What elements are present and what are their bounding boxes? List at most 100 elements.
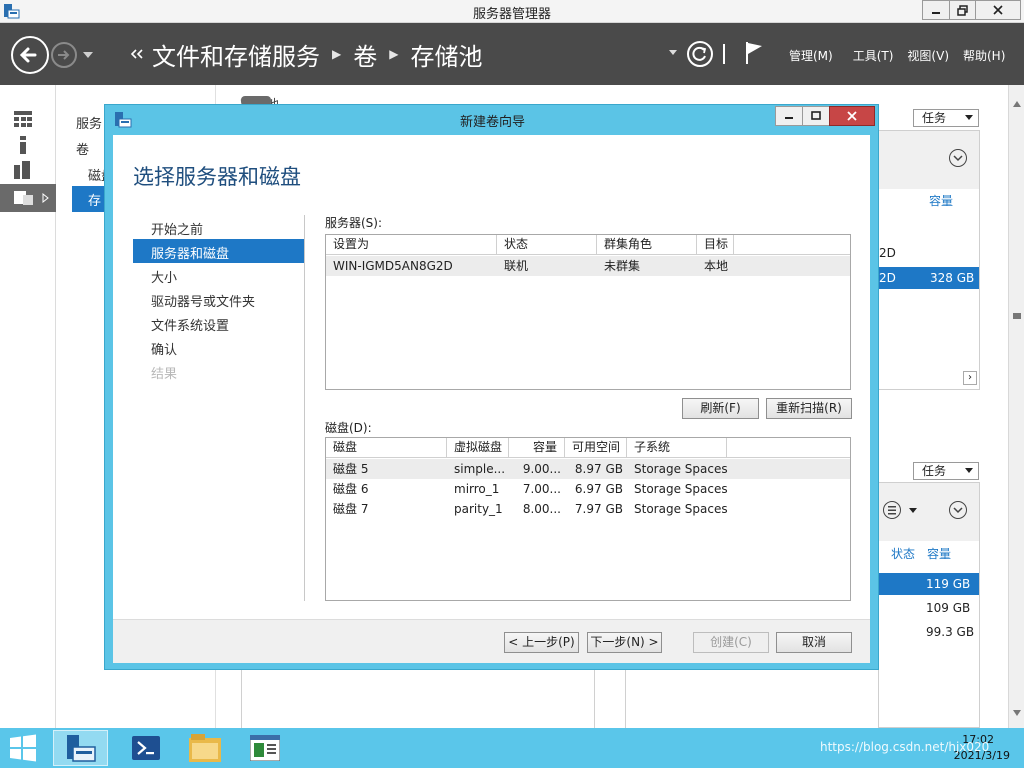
dashboard-icon[interactable] xyxy=(14,111,34,129)
start-button[interactable] xyxy=(8,734,38,762)
bg-selected-row[interactable]: 119 GB xyxy=(879,573,979,595)
breadcrumb-dropdown[interactable] xyxy=(668,49,678,57)
wizard-step[interactable]: 驱动器号或文件夹 xyxy=(151,291,255,310)
tasks-dropdown-top[interactable]: 任务 xyxy=(913,109,979,127)
taskbar-file-explorer[interactable] xyxy=(178,730,233,766)
disk-virtual-cell: parity_1 xyxy=(454,502,503,516)
wizard-step-disabled: 结果 xyxy=(151,367,178,382)
subnav-volumes[interactable]: 卷 xyxy=(76,139,89,158)
table-row[interactable]: WIN-IGMD5AN8G2D 联机 未群集 本地 xyxy=(326,256,850,276)
chevron-down-icon xyxy=(909,508,917,513)
file-storage-rail-item[interactable] xyxy=(0,184,56,212)
notifications-flag[interactable] xyxy=(744,40,764,66)
dialog-minimize-button[interactable] xyxy=(775,106,803,126)
taskbar-server-manager[interactable] xyxy=(53,730,108,766)
cancel-button[interactable]: 取消 xyxy=(776,632,852,653)
local-server-icon[interactable] xyxy=(14,136,34,154)
menu-view[interactable]: 视图(V) xyxy=(907,47,949,64)
taskbar-powershell[interactable] xyxy=(118,730,173,766)
tasks-label: 任务 xyxy=(922,111,947,125)
bg-bottom-panel xyxy=(241,670,626,728)
breadcrumb-item[interactable]: 存储池 xyxy=(410,37,482,72)
window-app-icon xyxy=(250,735,280,761)
server-cluster-cell: 未群集 xyxy=(604,259,641,273)
dialog-close-button[interactable] xyxy=(829,106,875,126)
capacity-column-header[interactable]: 容量 xyxy=(927,545,951,562)
scroll-down-icon[interactable] xyxy=(1013,710,1021,716)
status-column-header[interactable]: 状态 xyxy=(891,545,915,562)
restore-button[interactable] xyxy=(949,0,976,20)
close-icon xyxy=(847,111,857,121)
table-row[interactable]: 磁盘 5 simple... 9.00... 8.97 GB Storage S… xyxy=(326,459,850,479)
next-button[interactable]: 下一步(N) > xyxy=(587,632,662,653)
column-header-cluster-role[interactable]: 群集角色 xyxy=(597,235,697,255)
bg-right-top-panel: 容量 2D 2D 328 GB › xyxy=(878,130,980,390)
expand-button[interactable] xyxy=(949,501,967,519)
steps-divider xyxy=(304,215,305,601)
dialog-body: 选择服务器和磁盘 开始之前 服务器和磁盘 大小 驱动器号或文件夹 文件系统设置 … xyxy=(113,135,870,663)
breadcrumb-item[interactable]: 文件和存储服务 xyxy=(152,37,320,72)
wizard-step[interactable]: 开始之前 xyxy=(151,219,203,238)
forward-button[interactable] xyxy=(51,42,77,68)
wizard-step[interactable]: 文件系统设置 xyxy=(151,315,229,334)
disk-capacity-cell: 7.00... xyxy=(522,482,561,496)
menu-tools[interactable]: 工具(T) xyxy=(853,47,894,64)
dialog-maximize-button[interactable] xyxy=(802,106,830,126)
wizard-step[interactable]: 大小 xyxy=(151,267,177,286)
nav-divider xyxy=(723,44,725,64)
disk-name-cell: 磁盘 7 xyxy=(333,502,369,516)
history-dropdown[interactable] xyxy=(82,50,94,60)
wizard-step-current[interactable]: 服务器和磁盘 xyxy=(151,243,229,262)
view-options-button[interactable] xyxy=(883,501,901,519)
menu-manage[interactable]: 管理(M) xyxy=(789,47,833,64)
back-button[interactable] xyxy=(11,36,49,74)
refresh-button[interactable]: 刷新(F) xyxy=(682,398,759,419)
column-header-status[interactable]: 状态 xyxy=(497,235,597,255)
subnav-servers[interactable]: 服务 xyxy=(76,113,102,132)
file-storage-icon xyxy=(14,191,33,205)
disk-subsystem-cell: Storage Spaces xyxy=(634,482,728,496)
flag-icon xyxy=(746,42,762,64)
column-header-free-space[interactable]: 可用空间 xyxy=(565,438,627,458)
column-header-set-as[interactable]: 设置为 xyxy=(326,235,497,255)
scroll-up-icon[interactable] xyxy=(1013,101,1021,107)
scroll-right-button[interactable]: › xyxy=(963,371,977,385)
refresh-nav-button[interactable] xyxy=(687,41,713,67)
column-header-virtual-disk[interactable]: 虚拟磁盘 xyxy=(447,438,509,458)
close-button[interactable] xyxy=(975,0,1021,20)
all-servers-icon[interactable] xyxy=(14,161,34,179)
bg-row-capacity: 99.3 GB xyxy=(926,625,975,639)
windows-logo-icon xyxy=(10,734,36,762)
menu-bar: 管理(M) 工具(T) 视图(V) 帮助(H) xyxy=(789,47,1005,64)
bg-row-capacity: 109 GB xyxy=(926,601,971,615)
wizard-step[interactable]: 确认 xyxy=(151,339,177,358)
column-header-subsystem[interactable]: 子系统 xyxy=(627,438,727,458)
table-row[interactable]: 磁盘 6 mirro_1 7.00... 6.97 GB Storage Spa… xyxy=(326,479,850,499)
menu-help[interactable]: 帮助(H) xyxy=(963,47,1005,64)
vertical-scrollbar[interactable] xyxy=(1008,85,1024,728)
disks-label: 磁盘(D): xyxy=(325,421,372,435)
scroll-thumb[interactable] xyxy=(1013,313,1021,319)
disk-subsystem-cell: Storage Spaces xyxy=(634,462,728,476)
taskbar-server-app[interactable] xyxy=(238,730,293,766)
table-row[interactable]: 磁盘 7 parity_1 8.00... 7.97 GB Storage Sp… xyxy=(326,499,850,519)
breadcrumb-item[interactable]: 卷 xyxy=(353,37,377,72)
tasks-label: 任务 xyxy=(922,464,947,478)
previous-button[interactable]: < 上一步(P) xyxy=(504,632,579,653)
rescan-button[interactable]: 重新扫描(R) xyxy=(766,398,852,419)
close-icon xyxy=(993,5,1003,15)
capacity-column-header[interactable]: 容量 xyxy=(929,192,953,209)
minimize-button[interactable] xyxy=(922,0,950,20)
column-header-target[interactable]: 目标 xyxy=(697,235,734,255)
chevron-right-icon xyxy=(42,193,49,203)
breadcrumb-separator: ▶ xyxy=(332,47,342,61)
bg-selected-row[interactable]: 2D 328 GB xyxy=(879,267,979,289)
expand-button[interactable] xyxy=(949,149,967,167)
column-header-disk[interactable]: 磁盘 xyxy=(326,438,447,458)
double-chevron-left-icon xyxy=(130,49,143,59)
breadcrumb: 文件和存储服务 ▶ 卷 ▶ 存储池 xyxy=(152,37,482,72)
tasks-dropdown-bottom[interactable]: 任务 xyxy=(913,462,979,480)
dialog-title: 新建卷向导 xyxy=(459,115,525,130)
column-header-capacity[interactable]: 容量 xyxy=(509,438,565,458)
server-target-cell: 本地 xyxy=(704,259,729,273)
